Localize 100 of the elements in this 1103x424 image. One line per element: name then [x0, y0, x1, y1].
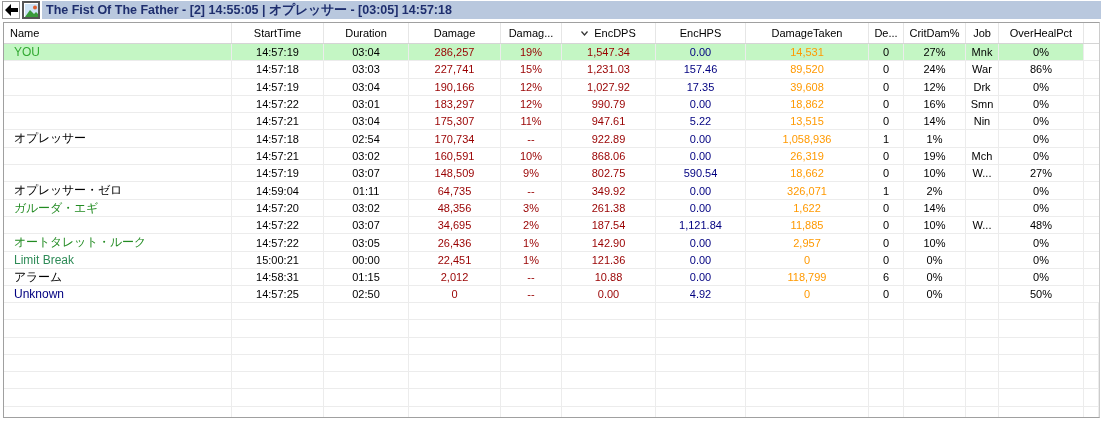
table-cell: 118,799	[787, 271, 827, 284]
table-cell: 24%	[923, 63, 946, 76]
table-cell: 0	[882, 202, 890, 215]
table-cell: 1,547.34	[587, 46, 630, 59]
column-header[interactable]: De...	[869, 23, 904, 43]
table-cell: 03:04	[352, 80, 380, 93]
table-cell: 0%	[1033, 115, 1049, 128]
column-header[interactable]: Duration	[324, 23, 409, 43]
table-cell: 02:54	[352, 133, 380, 145]
table-row[interactable]: 14:57:19 03:04 190,166 12% 1,027.92 17.35 39,608 0 12% Drk 0%	[4, 78, 1099, 96]
column-header[interactable]: DamageTaken	[746, 23, 869, 43]
table-cell: 0	[803, 288, 811, 301]
table-cell: 19%	[923, 149, 946, 162]
table-row[interactable]: 14:57:18 03:03 227,741 15% 1,231.03 157.46 89,520 0 24% War 86%	[4, 61, 1099, 79]
column-header[interactable]: Damage	[409, 23, 501, 43]
table-cell: 0%	[1033, 236, 1049, 249]
table-cell: 947.61	[591, 115, 626, 128]
table-cell: 0	[882, 236, 890, 249]
table-cell: 0.00	[689, 253, 712, 266]
table-cell: 02:50	[352, 288, 380, 301]
table-cell: 03:04	[352, 46, 380, 59]
table-cell: 0%	[1033, 253, 1049, 266]
table-cell: 121.36	[591, 253, 626, 266]
table-cell: 14%	[923, 115, 946, 128]
table-row[interactable]: 14:57:22 03:01 183,297 12% 990.79 0.00 18,862 0 16% Smn 0%	[4, 95, 1099, 114]
table-cell: 1,121.84	[679, 219, 722, 232]
table-cell: 0.00	[689, 184, 712, 197]
table-cell: 12%	[520, 80, 542, 93]
table-cell: 14:57:21	[256, 115, 299, 128]
table-cell: Drk	[973, 80, 991, 93]
table-cell: 14:57:20	[256, 202, 299, 215]
name-cell: Limit Break	[14, 252, 75, 267]
column-header[interactable]: Damag...	[501, 23, 562, 43]
table-cell: 26,436	[437, 236, 472, 249]
column-header[interactable]: Name	[4, 23, 232, 43]
table-row[interactable]: 14:57:19 03:07 148,509 9% 802.75 590.54 18,662 0 10% W... 27%	[4, 165, 1099, 183]
table-cell: Mnk	[971, 46, 993, 59]
table-cell: 0.00	[689, 202, 712, 215]
table-cell: 4.92	[689, 288, 712, 301]
table-row[interactable]: ガルーダ・エギ 14:57:20 03:02 48,356 3% 261.38 0.00 1,622 0 14% 0%	[4, 199, 1099, 217]
table-cell: 590.54	[683, 167, 718, 180]
table-cell: 14%	[923, 202, 946, 215]
table-cell: 48%	[1030, 219, 1052, 232]
back-button[interactable]	[2, 1, 20, 19]
table-cell: 03:05	[352, 236, 380, 249]
table-cell: 0%	[1033, 46, 1049, 59]
table-cell: 1%	[926, 133, 943, 145]
column-header[interactable]: StartTime	[232, 23, 324, 43]
table-cell: 10.88	[594, 271, 623, 284]
table-cell: 227,741	[434, 63, 475, 76]
table-row[interactable]: 14:57:21 03:04 175,307 11% 947.61 5.22 13,515 0 14% Nin 0%	[4, 113, 1099, 131]
table-cell: 0	[882, 115, 890, 128]
table-row[interactable]: 14:57:22 03:07 34,695 2% 187.54 1,121.84 11,885 0 10% W... 48%	[4, 216, 1099, 235]
table-row[interactable]: オートタレット・ルーク 14:57:22 03:05 26,436 1% 142.90 0.00 2,957 0 10% 0%	[4, 234, 1099, 252]
table-cell: 03:02	[352, 149, 380, 162]
table-cell: 0.00	[597, 288, 620, 301]
table-cell: 14:57:19	[256, 46, 299, 59]
image-button[interactable]	[22, 1, 40, 19]
table-cell: 16%	[923, 98, 946, 111]
table-cell: 17.35	[686, 80, 715, 93]
table-row[interactable]: アラーム 14:58:31 01:15 2,012 -- 10.88 0.00 118,799 6 0% 0%	[4, 268, 1099, 287]
table-cell: 1	[882, 184, 890, 197]
table-cell: 9%	[523, 167, 539, 180]
table-cell: 1	[882, 133, 890, 145]
table-cell: 0	[882, 219, 890, 232]
table-row[interactable]: オプレッサー・ゼロ 14:59:04 01:11 64,735 -- 349.92 0.00 326,071 1 2% 0%	[4, 182, 1099, 200]
table-cell: 14:57:22	[256, 219, 299, 232]
column-header[interactable]: EncDPS	[562, 23, 656, 43]
table-row[interactable]: オプレッサー 14:57:18 02:54 170,734 -- 922.89 0.00 1,058,936 1 1% 0%	[4, 130, 1099, 148]
window-title: The Fist Of The Father - [2] 14:55:05 | オプレッサー - [03:05] 14:57:18	[42, 1, 1101, 19]
table-cell: 1%	[523, 253, 539, 266]
table-cell: 1%	[523, 236, 539, 249]
column-header[interactable]: CritDam%	[904, 23, 966, 43]
column-header[interactable]: EncHPS	[656, 23, 746, 43]
table-cell: 18,862	[790, 98, 824, 111]
table-cell: 27%	[1030, 167, 1052, 180]
table-cell: 190,166	[434, 80, 475, 93]
table-row[interactable]: Limit Break 15:00:21 00:00 22,451 1% 121.36 0.00 0 0 0% 0%	[4, 251, 1099, 269]
table-cell: 2,957	[793, 236, 821, 249]
table-row[interactable]: YOU 14:57:19 03:04 286,257 19% 1,547.34 0.00 14,531 0 27% Mnk 0%	[4, 44, 1099, 62]
table-cell: 22,451	[437, 253, 472, 266]
column-header[interactable]: Job	[966, 23, 999, 43]
table-row[interactable]: 14:57:21 03:02 160,591 10% 868.06 0.00 26,319 0 19% Mch 0%	[4, 147, 1099, 166]
column-header[interactable]: OverHealPct	[999, 23, 1084, 43]
table-cell: 14:57:21	[256, 149, 299, 162]
table-cell: 10%	[923, 167, 946, 180]
table-cell: 187.54	[591, 219, 626, 232]
table-cell: 175,307	[434, 115, 475, 128]
table-cell: 03:07	[352, 167, 380, 180]
table-cell: 183,297	[434, 98, 475, 111]
table-cell: 160,591	[434, 149, 475, 162]
table-cell: 14:57:25	[256, 288, 299, 301]
name-cell: Unknown	[14, 287, 65, 302]
table-cell: 26,319	[790, 149, 824, 162]
table-cell: Mch	[971, 149, 993, 162]
table-cell: 0	[882, 80, 890, 93]
table-cell: 19%	[520, 46, 542, 59]
table-cell: 03:04	[352, 115, 380, 128]
table-cell: 01:15	[352, 271, 380, 284]
table-cell: 27%	[923, 46, 946, 59]
